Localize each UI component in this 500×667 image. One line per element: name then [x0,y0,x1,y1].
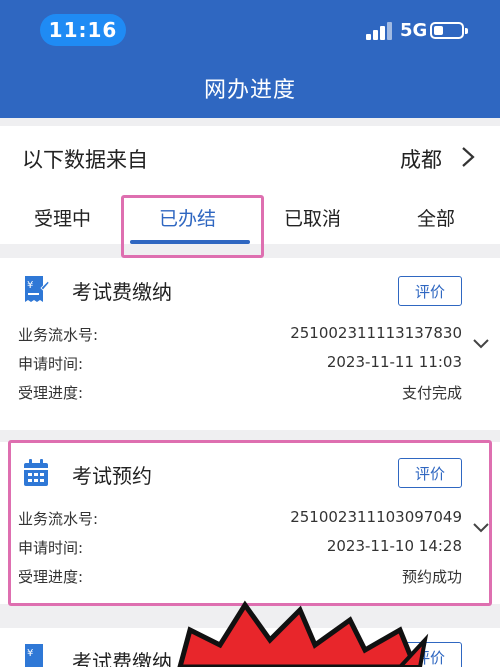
page-title: 网办进度 [203,78,296,103]
tab-in-progress[interactable]: 受理中 [34,204,91,231]
red-sticker-overlay [177,600,429,667]
app-header: 11:16 5G 网办进度 [0,0,500,118]
svg-text:¥: ¥ [27,280,33,291]
network-type: 5G [400,20,428,41]
data-source-label: 以下数据来自 [22,148,148,172]
row-key: 受理进度: [18,384,84,402]
battery-icon [430,22,468,39]
row-key: 申请时间: [18,355,84,373]
row-value: 251002311113137830 [290,324,462,342]
rate-button[interactable]: 评价 [398,276,462,306]
chevron-right-icon [462,147,475,167]
receipt-icon: ¥ [25,644,43,667]
receipt-icon: ¥ [25,276,50,302]
record-card[interactable]: ¥ 考试费缴纳 评价 业务流水号: 251002311113137830 申请时… [0,258,500,430]
data-source-city: 成都 [400,148,442,172]
status-time: 11:16 [40,14,126,46]
signal-icon [366,22,392,40]
card-highlight-box [8,440,492,606]
tab-highlight-box [121,195,264,258]
row-value: 2023-11-11 11:03 [326,353,462,371]
tab-all[interactable]: 全部 [417,204,455,231]
data-source-row[interactable]: 以下数据来自 成都 [0,126,500,188]
chevron-down-icon[interactable] [472,338,490,350]
row-value: 支付完成 [401,384,462,402]
row-key: 业务流水号: [18,326,99,344]
card-title: 考试费缴纳 [72,280,172,304]
svg-text:¥: ¥ [27,648,33,659]
tab-cancelled[interactable]: 已取消 [284,204,341,231]
